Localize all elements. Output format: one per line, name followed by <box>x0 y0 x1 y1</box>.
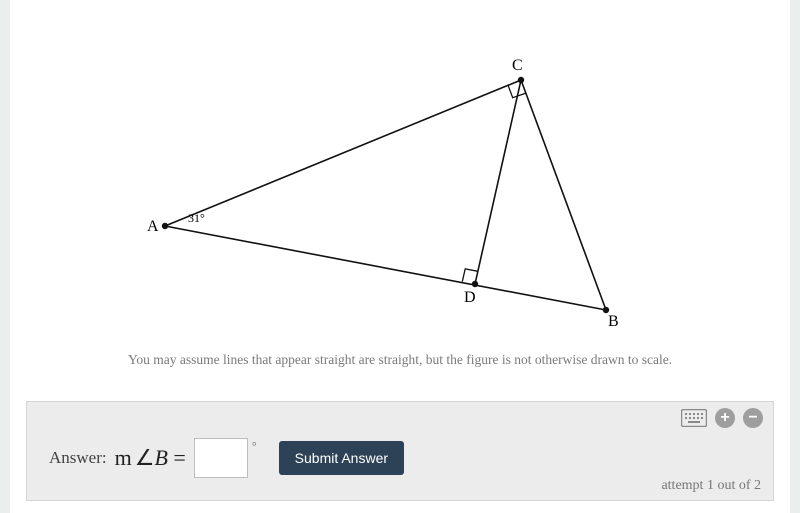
answer-input[interactable] <box>194 438 248 478</box>
label-D: D <box>464 289 476 306</box>
keyboard-icon[interactable] <box>681 409 707 427</box>
page-root: A C B D 31° You may assume lines that ap… <box>0 0 800 513</box>
math-m: m <box>115 445 132 470</box>
scale-hint-text: You may assume lines that appear straigh… <box>10 352 790 368</box>
attempt-counter: attempt 1 out of 2 <box>661 478 761 494</box>
answer-label: Answer: <box>49 448 107 468</box>
math-var-B: B <box>154 445 167 470</box>
segment-CB <box>521 80 606 310</box>
segment-AB <box>165 226 606 310</box>
plus-icon[interactable]: + <box>715 408 735 428</box>
vertex-points <box>162 77 609 313</box>
angle-A-label: 31° <box>188 211 205 225</box>
label-B: B <box>608 313 619 330</box>
segment-AC <box>165 80 521 226</box>
minus-icon[interactable]: − <box>743 408 763 428</box>
content-card: A C B D 31° You may assume lines that ap… <box>10 0 790 513</box>
math-equals: = <box>173 445 185 470</box>
label-A: A <box>147 218 159 235</box>
math-angle-sym: ∠ <box>135 445 155 470</box>
answer-panel: + − Answer: m∠B = ° Submit Answer attemp… <box>26 401 774 501</box>
submit-answer-button[interactable]: Submit Answer <box>279 441 404 475</box>
panel-icon-row: + − <box>681 408 763 428</box>
degree-unit: ° <box>252 439 257 454</box>
answer-row: Answer: m∠B = ° Submit Answer <box>49 438 404 478</box>
math-expression: m∠B = <box>115 445 186 471</box>
triangle-svg: A C B D 31° <box>10 0 790 340</box>
geometry-figure: A C B D 31° <box>10 0 790 340</box>
label-C: C <box>512 57 523 74</box>
segment-CD <box>475 80 521 284</box>
